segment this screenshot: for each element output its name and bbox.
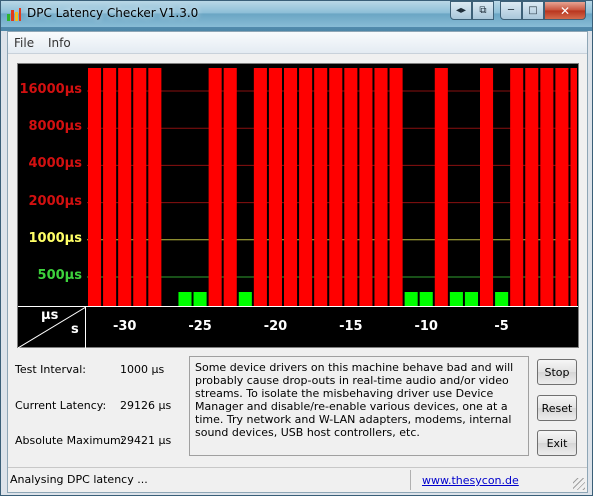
title-bar[interactable]: DPC Latency Checker V1.3.0 ◂▸ ⧉ ─ □ ✕: [1, 1, 592, 27]
latency-bar: [359, 68, 373, 306]
latency-bar: [464, 292, 478, 306]
maximize-button[interactable]: □: [522, 1, 544, 20]
y-tick-label: 500µs: [37, 268, 82, 283]
app-window: DPC Latency Checker V1.3.0 ◂▸ ⧉ ─ □ ✕ Fi…: [0, 0, 593, 496]
latency-bar: [299, 68, 313, 306]
x-tick-label: -20: [263, 319, 288, 334]
latency-bar: [178, 292, 192, 306]
latency-bar: [434, 68, 448, 306]
latency-bar: [374, 68, 388, 306]
latency-bar: [389, 68, 403, 306]
latency-bar: [329, 68, 343, 306]
y-tick-label: 1000µs: [28, 230, 83, 246]
latency-bar: [268, 68, 282, 306]
latency-bar: [103, 68, 117, 306]
latency-bar: [238, 292, 252, 306]
x-axis: µs s -30 -25 -20 -15 -10 -5: [18, 306, 578, 348]
latency-bar: [540, 68, 554, 306]
x-tick-label: -15: [339, 319, 363, 334]
latency-bar: [208, 68, 222, 306]
stop-button[interactable]: Stop: [537, 359, 577, 385]
latency-bar: [525, 68, 539, 306]
x-tick-label: -30: [112, 319, 137, 334]
latency-bar: [253, 68, 267, 306]
app-icon: [7, 8, 21, 21]
reset-button[interactable]: Reset: [537, 395, 577, 421]
x-tick-label: -25: [188, 319, 212, 334]
y-unit-label: µs: [41, 308, 59, 323]
client-area: File Info 16000µs 8000µs 4000µs 2000µs 1000µ…: [7, 31, 588, 493]
latency-bar: [419, 292, 433, 306]
y-tick-label: 16000µs: [19, 82, 82, 97]
minimize-button[interactable]: ─: [500, 1, 522, 20]
restore-icon[interactable]: ⧉: [472, 1, 494, 20]
test-interval-value: 1000 µs: [120, 363, 165, 376]
menu-bar: File Info: [8, 32, 587, 54]
absolute-maximum-label: Absolute Maximum:: [15, 434, 125, 447]
x-tick-label: -5: [494, 319, 509, 334]
latency-bar: [570, 68, 577, 306]
latency-bar: [449, 292, 463, 306]
menu-info[interactable]: Info: [48, 36, 71, 50]
latency-chart: 16000µs 8000µs 4000µs 2000µs 1000µs 500µs µs …: [17, 63, 579, 348]
latency-bar: [510, 68, 524, 306]
window-title: DPC Latency Checker V1.3.0: [27, 6, 199, 20]
axis-unit-box: µs s: [18, 307, 86, 348]
latency-bar: [193, 292, 207, 306]
window-controls: ◂▸ ⧉ ─ □ ✕: [450, 1, 586, 20]
latency-bar: [148, 68, 162, 306]
latency-bar: [555, 68, 569, 306]
current-latency-value: 29126 µs: [120, 399, 172, 412]
latency-bar: [495, 292, 509, 306]
latency-bar: [314, 68, 328, 306]
resize-grip-icon[interactable]: [573, 478, 585, 490]
absolute-maximum-value: 29421 µs: [120, 434, 172, 447]
current-latency-label: Current Latency:: [15, 399, 107, 412]
y-tick-label: 4000µs: [28, 156, 83, 172]
test-interval-label: Test Interval:: [15, 363, 86, 376]
back-icon[interactable]: ◂▸: [450, 1, 472, 20]
status-text: Analysing DPC latency ...: [10, 473, 148, 486]
latency-bar: [480, 68, 494, 306]
status-bar: Analysing DPC latency ... www.thesycon.d…: [8, 467, 587, 492]
latency-bar: [118, 68, 132, 306]
chart-plot: [87, 68, 577, 306]
status-separator: [410, 470, 411, 490]
x-unit-label: s: [71, 322, 79, 337]
close-button[interactable]: ✕: [544, 1, 586, 20]
latency-bar: [284, 68, 298, 306]
website-link[interactable]: www.thesycon.de: [422, 474, 519, 487]
menu-file[interactable]: File: [14, 36, 34, 50]
y-axis: 16000µs 8000µs 4000µs 2000µs 1000µs 500µs: [18, 64, 86, 306]
y-tick-label: 2000µs: [28, 193, 83, 209]
latency-bar: [344, 68, 358, 306]
x-tick-label: -10: [414, 319, 438, 334]
status-message-box: Some device drivers on this machine beha…: [189, 356, 529, 456]
latency-bar: [88, 68, 102, 306]
y-tick-label: 8000µs: [28, 119, 83, 135]
latency-bar: [404, 292, 418, 306]
exit-button[interactable]: Exit: [537, 430, 577, 456]
latency-bar: [133, 68, 147, 306]
latency-bar: [223, 68, 237, 306]
